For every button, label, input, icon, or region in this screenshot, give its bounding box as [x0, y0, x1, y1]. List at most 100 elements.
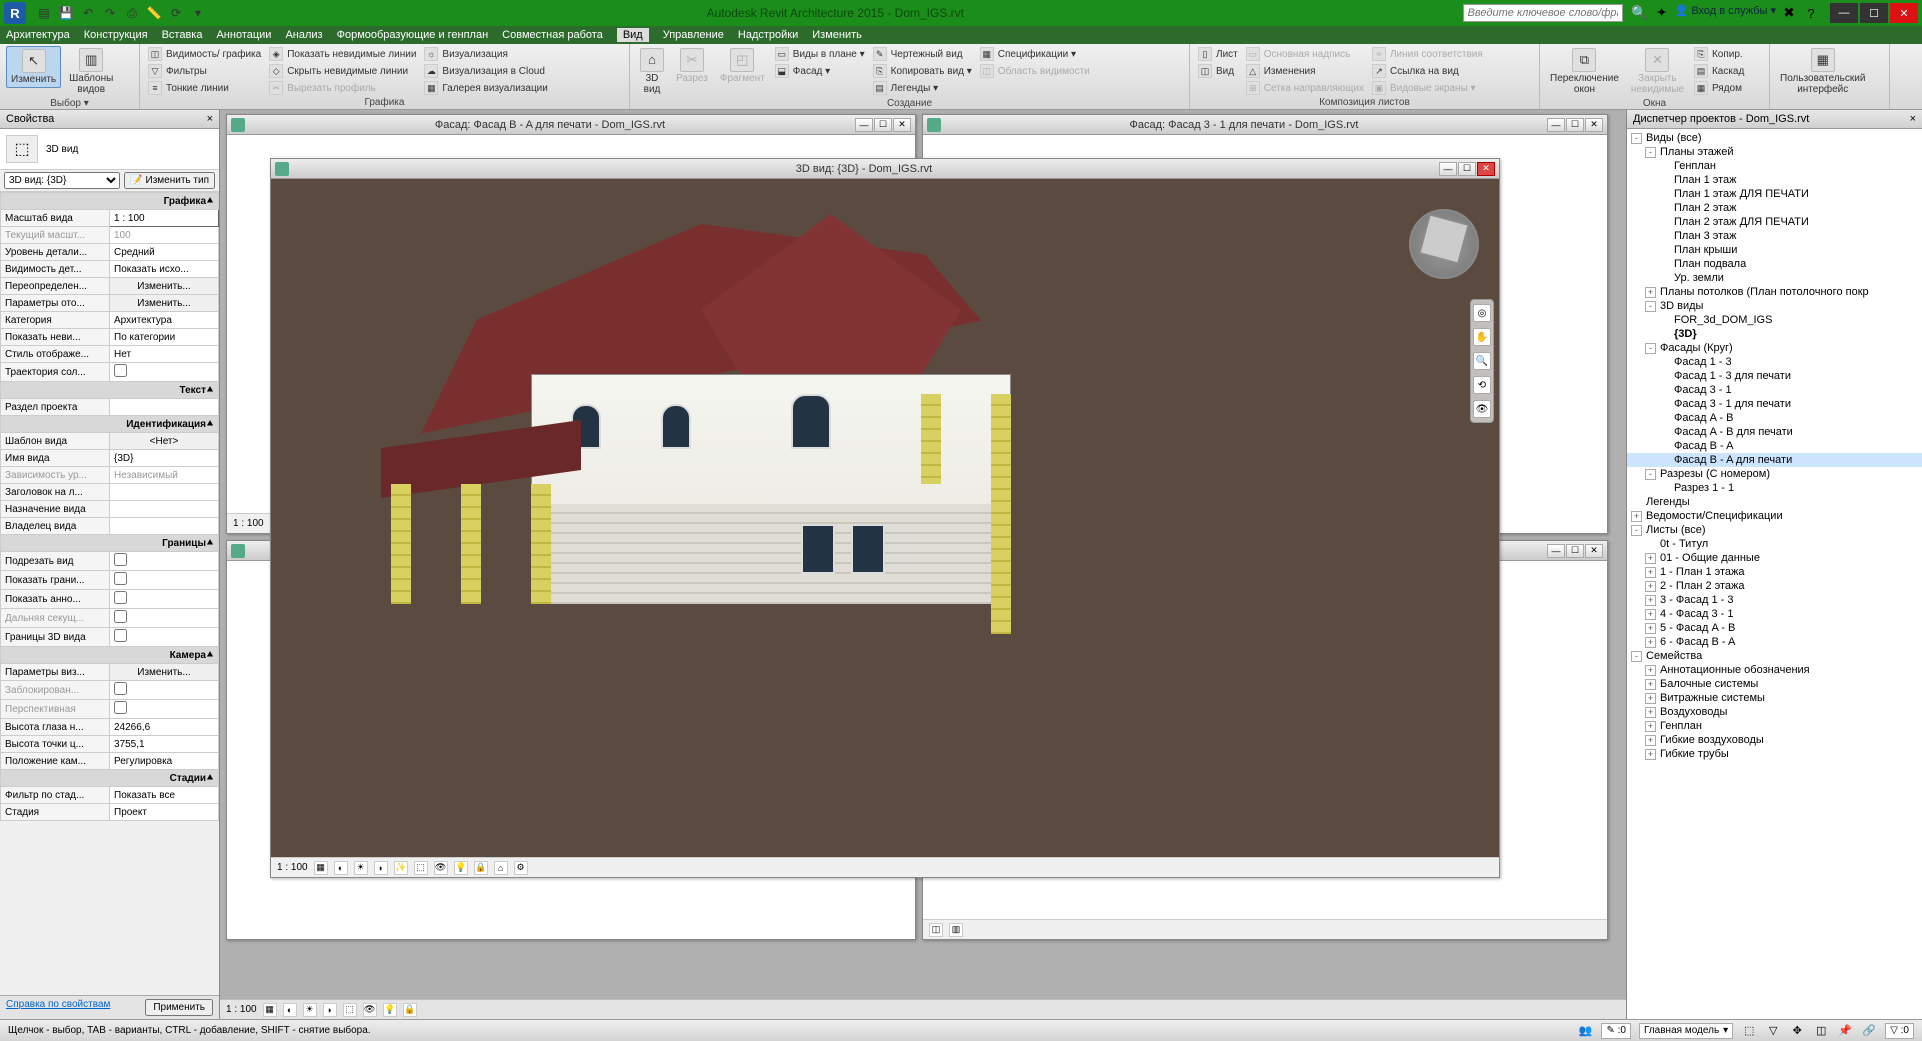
tree-item[interactable]: {3D}	[1627, 327, 1922, 341]
tree-item[interactable]: +Генплан	[1627, 719, 1922, 733]
tree-toggle-icon[interactable]: +	[1645, 581, 1656, 592]
cascade-button[interactable]: ▤Каскад	[1692, 63, 1746, 79]
revisions-button[interactable]: △Изменения	[1244, 63, 1366, 79]
tree-item[interactable]: Фасад A - B для печати	[1627, 425, 1922, 439]
edit-type-button[interactable]: 📝 Изменить тип	[124, 172, 215, 189]
vc-detail-icon[interactable]: ▦	[314, 861, 328, 875]
infocenter-icon[interactable]: 🔍	[1631, 4, 1649, 22]
prop-phasefilter[interactable]: Показать все	[110, 787, 219, 804]
tab-modify[interactable]: Изменить	[812, 29, 862, 41]
tree-toggle-icon[interactable]: +	[1645, 623, 1656, 634]
sb-filter-icon[interactable]: ▽	[1765, 1023, 1781, 1039]
sb-pin-icon[interactable]: 📌	[1837, 1023, 1853, 1039]
nav-wheel-icon[interactable]: ◎	[1473, 304, 1491, 322]
prop-section[interactable]	[110, 399, 219, 416]
ws-reveal-icon[interactable]: 💡	[383, 1003, 397, 1017]
tab-insert[interactable]: Вставка	[162, 29, 203, 41]
doc-min[interactable]: —	[1547, 118, 1565, 132]
tree-item[interactable]: +3 - Фасад 1 - 3	[1627, 593, 1922, 607]
prop-annocrop[interactable]	[110, 590, 219, 609]
doc-close[interactable]: ✕	[1585, 544, 1603, 558]
tree-item[interactable]: Фасад 1 - 3 для печати	[1627, 369, 1922, 383]
vc-lock-icon[interactable]: 🔒	[474, 861, 488, 875]
sb-face-icon[interactable]: ◫	[1813, 1023, 1829, 1039]
prop-owner[interactable]	[110, 518, 219, 535]
tree-item[interactable]: +Гибкие воздуховоды	[1627, 733, 1922, 747]
tree-item[interactable]: -Фасады (Круг)	[1627, 341, 1922, 355]
prop-detail[interactable]: Средний	[110, 244, 219, 261]
tree-item[interactable]: Фасад B - A для печати	[1627, 453, 1922, 467]
prop-3dbounds[interactable]	[110, 628, 219, 647]
tree-item[interactable]: -Виды (все)	[1627, 131, 1922, 145]
tab-addins[interactable]: Надстройки	[738, 29, 798, 41]
tab-architecture[interactable]: Архитектура	[6, 29, 70, 41]
sb-model-selector[interactable]: Главная модель ▾	[1639, 1023, 1733, 1039]
replicate-button[interactable]: ⎘Копир.	[1692, 46, 1746, 62]
prop-render-button[interactable]: Изменить...	[110, 664, 219, 681]
view-selector[interactable]: 3D вид: {3D}	[4, 172, 120, 189]
vc-hide-icon[interactable]: 👁	[434, 861, 448, 875]
tree-item[interactable]: +2 - План 2 этажа	[1627, 579, 1922, 593]
tree-toggle-icon[interactable]: +	[1645, 665, 1656, 676]
legends-button[interactable]: ▤Легенды ▾	[871, 80, 974, 96]
qat-save-icon[interactable]: 💾	[56, 3, 76, 23]
tree-toggle-icon[interactable]: +	[1645, 707, 1656, 718]
prop-template-button[interactable]: <Нет>	[110, 433, 219, 450]
qat-undo-icon[interactable]: ↶	[78, 3, 98, 23]
tree-item[interactable]: Фасад A - B	[1627, 411, 1922, 425]
tab-manage[interactable]: Управление	[663, 29, 724, 41]
render-gallery-button[interactable]: ▦Галерея визуализации	[422, 80, 549, 96]
tree-item[interactable]: +5 - Фасад A - B	[1627, 621, 1922, 635]
prop-name[interactable]: {3D}	[110, 450, 219, 467]
sb-drag-icon[interactable]: ✥	[1789, 1023, 1805, 1039]
tree-item[interactable]: Фасад 3 - 1 для печати	[1627, 397, 1922, 411]
prop-showhidden[interactable]: По категории	[110, 329, 219, 346]
ws-lock-icon[interactable]: 🔒	[403, 1003, 417, 1017]
nav-look-icon[interactable]: 👁	[1473, 400, 1491, 418]
tree-item[interactable]: План 1 этаж ДЛЯ ПЕЧАТИ	[1627, 187, 1922, 201]
prop-far[interactable]	[110, 609, 219, 628]
tab-collab[interactable]: Совместная работа	[502, 29, 603, 41]
sb-link-icon[interactable]: 🔗	[1861, 1023, 1877, 1039]
help-icon[interactable]: ?	[1802, 4, 1820, 22]
viewref-button[interactable]: ↗Ссылка на вид	[1370, 63, 1485, 79]
tree-item[interactable]: Ур. земли	[1627, 271, 1922, 285]
viewcube[interactable]	[1409, 209, 1479, 279]
tree-item[interactable]: Генплан	[1627, 159, 1922, 173]
vc-analyt-icon[interactable]: ⚙	[514, 861, 528, 875]
qat-measure-icon[interactable]: 📏	[144, 3, 164, 23]
tree-toggle-icon[interactable]: -	[1645, 469, 1656, 480]
tree-item[interactable]: Фасад 1 - 3	[1627, 355, 1922, 369]
doc-max[interactable]: ☐	[1566, 544, 1584, 558]
close-icon[interactable]: ×	[1910, 113, 1916, 125]
ws-style-icon[interactable]: ◐	[283, 1003, 297, 1017]
tree-toggle-icon[interactable]: -	[1631, 525, 1642, 536]
tree-toggle-icon[interactable]: +	[1645, 567, 1656, 578]
switch-win-button[interactable]: ⧉Переключение окон	[1546, 46, 1623, 97]
prop-crop[interactable]	[110, 552, 219, 571]
exchange-icon[interactable]: ✖	[1780, 4, 1798, 22]
ws-hide-icon[interactable]: 👁	[363, 1003, 377, 1017]
planviews-button[interactable]: ▭Виды в плане ▾	[773, 46, 867, 62]
apply-button[interactable]: Применить	[145, 999, 213, 1016]
qat-more-icon[interactable]: ▾	[188, 3, 208, 23]
vc-icon2[interactable]: ▥	[949, 923, 963, 937]
doc-scale[interactable]: 1 : 100	[233, 518, 264, 529]
tab-view[interactable]: Вид	[617, 28, 649, 42]
vc-icon[interactable]: ◫	[929, 923, 943, 937]
vc-sun-icon[interactable]: ☀	[354, 861, 368, 875]
prop-phase[interactable]: Проект	[110, 804, 219, 821]
tree-item[interactable]: +Балочные системы	[1627, 677, 1922, 691]
prop-target[interactable]: 3755,1	[110, 736, 219, 753]
tree-item[interactable]: Фасад B - A	[1627, 439, 1922, 453]
modify-button[interactable]: ↖Изменить	[6, 46, 61, 88]
tree-item[interactable]: Легенды	[1627, 495, 1922, 509]
nav-pan-icon[interactable]: ✋	[1473, 328, 1491, 346]
tree-item[interactable]: +6 - Фасад B - A	[1627, 635, 1922, 649]
thinlines-button[interactable]: ≡Тонкие линии	[146, 80, 263, 96]
vc-reveal-icon[interactable]: 💡	[454, 861, 468, 875]
filters-button[interactable]: ▽Фильтры	[146, 63, 263, 79]
prop-locked[interactable]	[110, 681, 219, 700]
drafting-button[interactable]: ✎Чертежный вид	[871, 46, 974, 62]
tree-toggle-icon[interactable]: -	[1631, 133, 1642, 144]
